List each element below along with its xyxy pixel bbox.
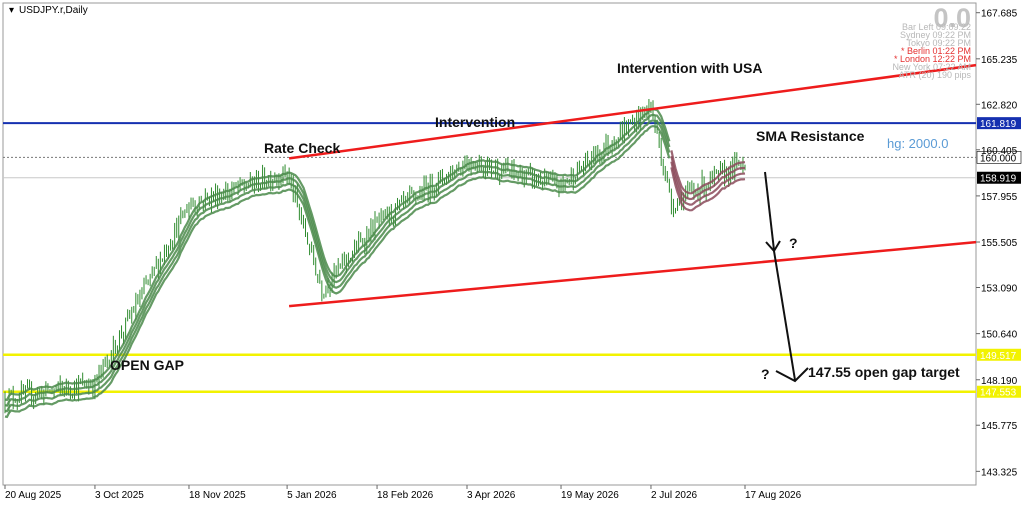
x-tick-label: 20 Aug 2025 xyxy=(5,490,62,501)
price-chart-window[interactable]: 161.819 160.000 158.919 149.517 147.553 167.… xyxy=(0,0,1024,507)
level-price-label: 147.553 xyxy=(980,388,1017,399)
y-tick-label: 155.505 xyxy=(981,238,1018,249)
x-tick-label: 17 Aug 2026 xyxy=(745,490,802,501)
annotation-hg: hg: 2000.0 xyxy=(887,136,948,151)
y-tick-label: 148.190 xyxy=(981,376,1018,387)
x-tick-label: 19 May 2026 xyxy=(561,490,619,501)
level-price-label: 161.819 xyxy=(980,119,1017,130)
annotation-sma-resistance: SMA Resistance xyxy=(756,128,865,144)
level-price-label: 158.919 xyxy=(980,174,1017,185)
y-tick-label: 157.955 xyxy=(981,192,1018,203)
x-tick-label: 18 Feb 2026 xyxy=(377,490,434,501)
annotation-question-1: ? xyxy=(789,235,798,251)
y-tick-label: 162.820 xyxy=(981,100,1018,111)
info-line: ATR (20) 190 pips xyxy=(899,70,972,80)
y-tick-label: 167.685 xyxy=(981,9,1018,20)
x-tick-label: 5 Jan 2026 xyxy=(287,490,337,501)
level-price-label: 149.517 xyxy=(980,351,1017,362)
y-tick-label: 143.325 xyxy=(981,467,1018,478)
annotation-intervention: Intervention xyxy=(435,114,515,130)
chart-title: USDJPY.r,Daily xyxy=(19,5,88,16)
x-tick-label: 2 Jul 2026 xyxy=(651,490,698,501)
price-chart: 161.819160.000158.919149.517147.553 167.… xyxy=(0,0,1024,507)
chart-background xyxy=(0,0,1024,507)
y-tick-label: 145.775 xyxy=(981,421,1018,432)
y-tick-label: 150.640 xyxy=(981,330,1018,341)
annotation-open-gap: OPEN GAP xyxy=(110,357,184,373)
x-tick-label: 3 Apr 2026 xyxy=(467,490,516,501)
y-tick-label: 160.405 xyxy=(981,146,1018,157)
annotation-gap-target: 147.55 open gap target xyxy=(808,364,960,380)
x-tick-label: 18 Nov 2025 xyxy=(189,490,246,501)
y-tick-label: 165.235 xyxy=(981,55,1018,66)
annotation-intervention-usa: Intervention with USA xyxy=(617,60,762,76)
y-tick-label: 153.090 xyxy=(981,283,1018,294)
info-lines: Bar Left 09:09:22Sydney 09:22 PMTokyo 09… xyxy=(892,22,971,80)
x-tick-label: 3 Oct 2025 xyxy=(95,490,144,501)
annotation-rate-check: Rate Check xyxy=(264,140,340,156)
chart-title-icon: ▾ xyxy=(9,5,14,16)
annotation-question-2: ? xyxy=(761,366,770,382)
